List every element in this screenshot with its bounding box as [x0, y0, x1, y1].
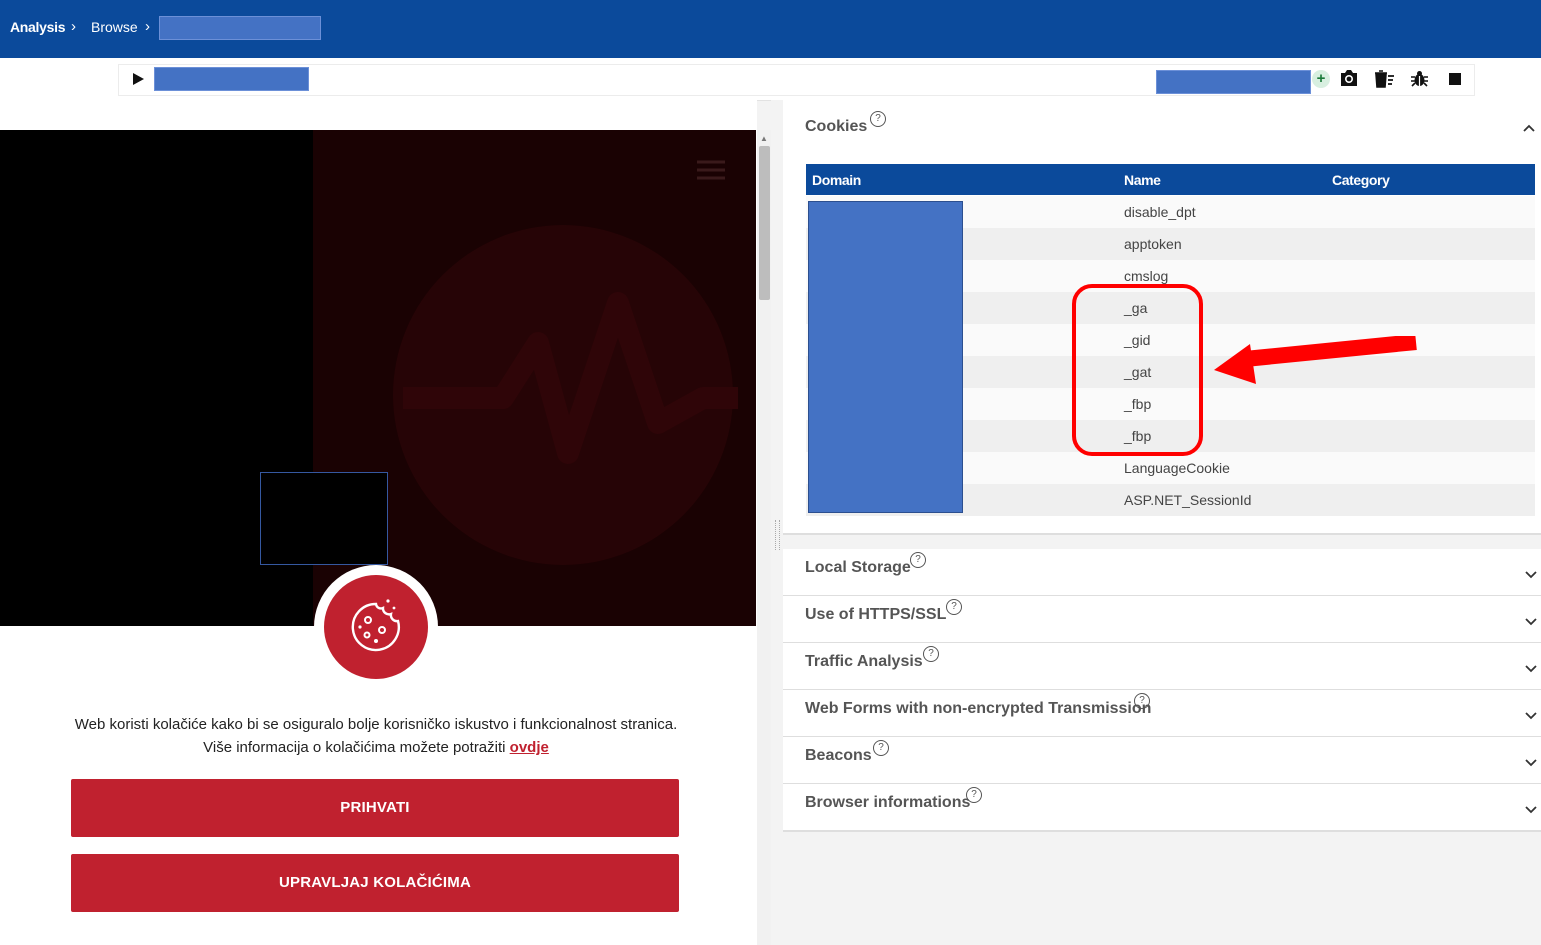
- annotation-arrow-icon: [1214, 336, 1417, 384]
- local-storage-section[interactable]: Local Storage ?: [783, 549, 1541, 597]
- plus-icon[interactable]: +: [1312, 70, 1330, 88]
- redacted-device-select[interactable]: [1156, 70, 1311, 94]
- redacted-url[interactable]: [154, 67, 309, 91]
- consent-text-line2: Više informacija o kolačićima možete pot…: [40, 739, 712, 756]
- cookie-name: apptoken: [1124, 236, 1182, 252]
- cookie-icon: [351, 599, 400, 652]
- help-icon[interactable]: ?: [873, 740, 889, 756]
- column-header-name[interactable]: Name: [1124, 172, 1161, 188]
- section-title: Browser informations: [805, 794, 971, 811]
- redacted-breadcrumb: [159, 16, 321, 40]
- bug-icon[interactable]: [1410, 69, 1429, 88]
- chevron-down-icon[interactable]: [1525, 806, 1537, 814]
- chevron-down-icon[interactable]: [1525, 618, 1537, 626]
- annotation-highlight-box: [1072, 284, 1203, 456]
- cookie-name: ASP.NET_SessionId: [1124, 492, 1252, 508]
- chevron-down-icon[interactable]: [1525, 759, 1537, 767]
- help-icon[interactable]: ?: [923, 646, 939, 662]
- embedded-frame: [260, 472, 388, 565]
- cookie-badge: [314, 565, 438, 689]
- cookie-name: LanguageCookie: [1124, 460, 1230, 476]
- play-icon[interactable]: [131, 72, 145, 86]
- chevron-right-icon: ›: [71, 18, 76, 35]
- help-icon[interactable]: ?: [910, 552, 926, 568]
- consent-text-prefix: Više informacija o kolačićima možete pot…: [203, 739, 510, 756]
- section-title: Web Forms with non-encrypted Transmissio…: [805, 700, 1152, 717]
- chevron-down-icon[interactable]: [1525, 571, 1537, 579]
- browser-toolbar: +: [0, 58, 1541, 143]
- browser-informations-section[interactable]: Browser informations ?: [783, 784, 1541, 832]
- cookies-title: Cookies: [805, 118, 868, 135]
- traffic-analysis-section[interactable]: Traffic Analysis ?: [783, 643, 1541, 691]
- redacted-domain-cell: [808, 201, 963, 513]
- web-forms-section[interactable]: Web Forms with non-encrypted Transmissio…: [783, 690, 1541, 738]
- cookie-name: cmslog: [1124, 268, 1169, 284]
- consent-text-line1: Web koristi kolačiće kako bi se osigural…: [74, 716, 678, 733]
- manage-cookies-button[interactable]: UPRAVLJAJ KOLAČIĆIMA: [71, 854, 679, 912]
- pane-splitter[interactable]: [771, 100, 783, 945]
- https-ssl-section[interactable]: Use of HTTPS/SSL ?: [783, 596, 1541, 644]
- beacons-section[interactable]: Beacons ?: [783, 737, 1541, 785]
- cookies-table-header: Domain Name Category: [806, 164, 1535, 195]
- help-icon[interactable]: ?: [966, 787, 982, 803]
- breadcrumb-browse[interactable]: Browse: [91, 19, 138, 35]
- help-icon[interactable]: ?: [946, 599, 962, 615]
- scrollbar-thumb[interactable]: [759, 146, 770, 300]
- chevron-down-icon[interactable]: [1525, 665, 1537, 673]
- chevron-right-icon: ›: [145, 18, 150, 35]
- cookie-name: disable_dpt: [1124, 204, 1196, 220]
- section-title: Traffic Analysis: [805, 653, 923, 670]
- chevron-down-icon[interactable]: [1525, 712, 1537, 720]
- column-header-category[interactable]: Category: [1332, 172, 1390, 188]
- top-header-bar: Analysis › Browse ›: [0, 0, 1541, 58]
- camera-icon[interactable]: [1339, 69, 1359, 87]
- trash-list-icon[interactable]: [1374, 70, 1396, 88]
- breadcrumb-analysis[interactable]: Analysis: [10, 19, 65, 35]
- chevron-up-icon[interactable]: [1523, 124, 1535, 132]
- consent-link-ovdje[interactable]: ovdje: [510, 739, 549, 756]
- column-header-domain[interactable]: Domain: [812, 172, 861, 188]
- section-title: Beacons: [805, 747, 872, 764]
- section-title: Use of HTTPS/SSL: [805, 606, 947, 623]
- help-icon[interactable]: ?: [870, 111, 886, 127]
- scroll-up-arrow-icon[interactable]: ▲: [760, 134, 768, 143]
- splitter-grip-icon[interactable]: [775, 520, 780, 550]
- help-icon[interactable]: ?: [1134, 693, 1150, 709]
- stop-icon[interactable]: [1449, 73, 1461, 85]
- accept-cookies-button[interactable]: PRIHVATI: [71, 779, 679, 837]
- section-title: Local Storage: [805, 559, 911, 576]
